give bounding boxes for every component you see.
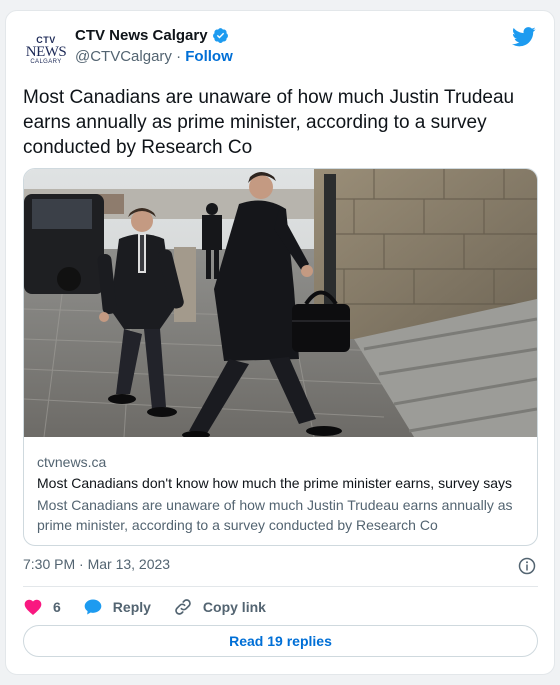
handle-separator: · — [171, 48, 186, 65]
read-replies-button[interactable]: Read 19 replies — [23, 625, 538, 657]
divider — [23, 586, 538, 587]
link-preview-meta: ctvnews.ca Most Canadians don't know how… — [37, 453, 525, 535]
avatar[interactable]: CTV NEWS CALGARY — [24, 29, 68, 73]
copy-link-button[interactable]: Copy link — [173, 597, 266, 617]
reply-button[interactable]: Reply — [83, 597, 151, 617]
action-bar: 6 Reply Copy link — [23, 595, 538, 619]
avatar-city-text: CALGARY — [30, 59, 62, 65]
author-handle-row: @CTVCalgary · Follow — [75, 48, 233, 65]
like-count: 6 — [53, 599, 61, 615]
tweet-timestamp[interactable]: 7:30 PM · Mar 13, 2023 — [23, 556, 170, 572]
tweet-card: CTV NEWS CALGARY CTV News Calgary @CTVCa… — [5, 10, 555, 675]
verified-badge-icon — [212, 28, 228, 43]
follow-button[interactable]: Follow — [185, 48, 233, 65]
reply-bubble-icon — [84, 599, 102, 615]
link-preview-image[interactable] — [24, 169, 537, 437]
copy-link-label: Copy link — [202, 599, 266, 615]
avatar-news-text: NEWS — [25, 44, 67, 60]
link-icon — [175, 599, 191, 615]
twitter-bird-icon[interactable] — [512, 27, 536, 47]
link-title: Most Canadians don't know how much the p… — [37, 475, 512, 491]
info-icon[interactable] — [518, 557, 536, 575]
author-display-name[interactable]: CTV News Calgary — [75, 27, 208, 44]
author-name-row: CTV News Calgary — [75, 27, 229, 44]
author-handle[interactable]: @CTVCalgary — [75, 48, 172, 65]
link-description: Most Canadians are unaware of how much J… — [37, 497, 513, 533]
tweet-header: CTV NEWS CALGARY CTV News Calgary @CTVCa… — [24, 25, 536, 73]
reply-label: Reply — [112, 599, 151, 615]
tweet-text: Most Canadians are unaware of how much J… — [23, 87, 515, 158]
like-button[interactable]: 6 — [23, 597, 61, 617]
link-domain: ctvnews.ca — [37, 454, 107, 470]
heart-icon — [24, 599, 42, 615]
timestamp-row: 7:30 PM · Mar 13, 2023 — [23, 556, 538, 578]
link-preview-card[interactable]: ctvnews.ca Most Canadians don't know how… — [23, 168, 538, 546]
